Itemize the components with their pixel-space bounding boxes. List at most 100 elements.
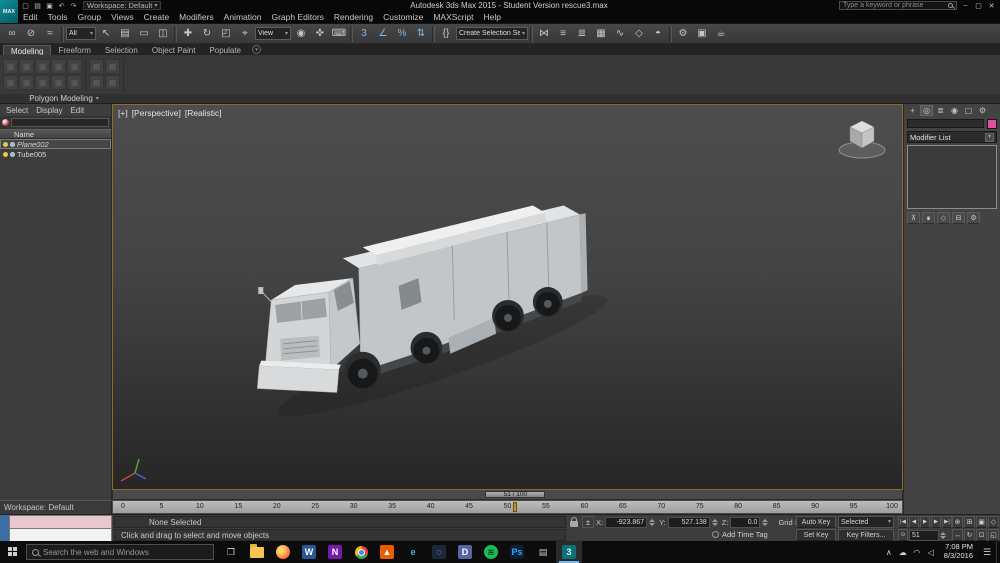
make-unique-icon[interactable]: ◇ bbox=[937, 212, 950, 224]
ribbon-tab-modeling[interactable]: Modeling bbox=[3, 45, 51, 55]
zoom-icon[interactable]: ⊕ bbox=[952, 516, 963, 528]
scene-object-row[interactable]: Tube005 bbox=[0, 149, 111, 159]
current-frame-field[interactable]: 51 bbox=[909, 530, 939, 541]
spotify-icon[interactable]: ≋ bbox=[478, 541, 504, 563]
y-coordinate-field[interactable]: 527.138 bbox=[668, 517, 710, 528]
absolute-mode-icon[interactable]: ± bbox=[582, 516, 594, 528]
time-slider-handle[interactable]: 51 / 100 bbox=[485, 491, 545, 498]
maximize-button[interactable]: ▢ bbox=[972, 1, 985, 10]
previous-frame-button[interactable]: ◀ bbox=[909, 516, 919, 528]
ribbon-minimize-button[interactable]: ▾ bbox=[252, 45, 261, 54]
application-menu-button[interactable]: MAX bbox=[0, 0, 18, 23]
x-coordinate-field[interactable]: -923.867 bbox=[605, 517, 647, 528]
menu-tools[interactable]: Tools bbox=[43, 12, 73, 22]
render-production-icon[interactable]: ☕ bbox=[712, 25, 730, 42]
rectangular-selection-region-icon[interactable]: ▭ bbox=[135, 25, 153, 42]
onedrive-icon[interactable]: ☁ bbox=[898, 548, 908, 557]
current-frame-marker[interactable] bbox=[513, 502, 517, 512]
network-icon[interactable]: ◠ bbox=[912, 548, 922, 557]
align-icon[interactable]: ≡ bbox=[554, 25, 572, 42]
next-frame-button[interactable]: ▶ bbox=[931, 516, 941, 528]
select-object-icon[interactable]: ↖ bbox=[97, 25, 115, 42]
polygon-modeling-panel-label[interactable]: Polygon Modeling ▾ bbox=[0, 94, 128, 103]
ribbon-tool-button[interactable]: ▦ bbox=[105, 75, 120, 90]
selection-filter-dropdown[interactable]: All▾ bbox=[66, 27, 96, 40]
ribbon-tool-button[interactable]: ▦ bbox=[89, 75, 104, 90]
workspace-bar[interactable]: Workspace: Default bbox=[0, 500, 112, 514]
select-and-link-icon[interactable]: ∞ bbox=[3, 25, 21, 42]
select-and-scale-icon[interactable]: ◰ bbox=[217, 25, 235, 42]
undo-icon[interactable]: ↶ bbox=[56, 1, 67, 10]
pin-stack-icon[interactable]: ⊼ bbox=[907, 212, 920, 224]
ribbon-tool-button[interactable]: ▦ bbox=[19, 59, 34, 74]
ribbon-tool-button[interactable]: ▦ bbox=[19, 75, 34, 90]
ribbon-tool-button[interactable]: ▦ bbox=[67, 75, 82, 90]
menu-rendering[interactable]: Rendering bbox=[329, 12, 378, 22]
zoom-extents-icon[interactable]: ▣ bbox=[976, 516, 987, 528]
volume-icon[interactable]: ◁ bbox=[926, 548, 936, 557]
object-name-field[interactable] bbox=[907, 119, 984, 128]
track-bar[interactable]: 0510152025303540455055606570758085909510… bbox=[112, 500, 903, 514]
select-and-move-icon[interactable]: ✚ bbox=[179, 25, 197, 42]
select-and-rotate-icon[interactable]: ↻ bbox=[198, 25, 216, 42]
notepad-icon[interactable]: ▤ bbox=[530, 541, 556, 563]
selected-dropdown[interactable]: Selected ▾ bbox=[838, 516, 894, 528]
help-search-field[interactable] bbox=[839, 1, 957, 10]
ribbon-tool-button[interactable]: ▦ bbox=[3, 59, 18, 74]
use-pivot-point-icon[interactable]: ◉ bbox=[292, 25, 310, 42]
action-center-icon[interactable]: ☰ bbox=[978, 541, 996, 563]
display-tab-icon[interactable]: ▢ bbox=[962, 105, 975, 116]
mirror-icon[interactable]: ⋈ bbox=[535, 25, 553, 42]
object-color-swatch[interactable] bbox=[987, 119, 997, 129]
ribbon-tool-button[interactable]: ▦ bbox=[35, 75, 50, 90]
discord-icon[interactable]: D bbox=[452, 541, 478, 563]
hierarchy-tab-icon[interactable]: ≣ bbox=[934, 105, 947, 116]
scene-object-row[interactable]: Plane002 bbox=[0, 139, 111, 149]
ribbon-tool-button[interactable]: ▦ bbox=[105, 59, 120, 74]
modifier-list-dropdown[interactable]: Modifier List ▾ bbox=[907, 131, 997, 143]
create-tab-icon[interactable]: + bbox=[906, 105, 919, 116]
open-file-icon[interactable]: ▤ bbox=[32, 1, 43, 10]
mini-listener-gutter[interactable] bbox=[0, 515, 9, 542]
start-button[interactable] bbox=[0, 541, 26, 563]
unlink-selection-icon[interactable]: ⊘ bbox=[22, 25, 40, 42]
firefox-icon[interactable] bbox=[270, 541, 296, 563]
name-column-header[interactable]: Name bbox=[0, 129, 111, 139]
play-animation-button[interactable]: ▶ bbox=[920, 516, 930, 528]
maximize-viewport-icon[interactable]: ◱ bbox=[988, 529, 999, 541]
z-coordinate-field[interactable]: 0.0 bbox=[730, 517, 760, 528]
reference-coordinate-system-dropdown[interactable]: View▾ bbox=[255, 27, 291, 40]
select-by-name-icon[interactable]: ▤ bbox=[116, 25, 134, 42]
go-to-start-button[interactable]: |◀ bbox=[898, 516, 908, 528]
motion-tab-icon[interactable]: ◉ bbox=[948, 105, 961, 116]
zoom-all-icon[interactable]: ⊞ bbox=[964, 516, 975, 528]
find-field[interactable] bbox=[11, 118, 109, 127]
show-end-result-icon[interactable]: ∎ bbox=[922, 212, 935, 224]
go-to-end-button[interactable]: ▶| bbox=[942, 516, 952, 528]
hidden-icons-chevron[interactable]: ∧ bbox=[884, 548, 894, 557]
ribbon-tool-button[interactable]: ▦ bbox=[51, 75, 66, 90]
modify-tab-icon[interactable]: ◎ bbox=[920, 105, 933, 116]
key-filters-button[interactable]: Key Filters... bbox=[838, 529, 894, 541]
redo-icon[interactable]: ↷ bbox=[68, 1, 79, 10]
ribbon-tab-object-paint[interactable]: Object Paint bbox=[145, 45, 203, 55]
taskbar-search-input[interactable] bbox=[43, 548, 208, 557]
ribbon-tool-button[interactable]: ▦ bbox=[67, 59, 82, 74]
orbit-icon[interactable]: ↻ bbox=[964, 529, 975, 541]
ribbon-tab-selection[interactable]: Selection bbox=[98, 45, 145, 55]
edit-named-selection-sets-icon[interactable]: {} bbox=[437, 25, 455, 42]
ribbon-tool-button[interactable]: ▦ bbox=[89, 59, 104, 74]
show-desktop-button[interactable] bbox=[996, 541, 1000, 563]
menu-modifiers[interactable]: Modifiers bbox=[174, 12, 218, 22]
file-explorer-icon[interactable] bbox=[244, 541, 270, 563]
viewport-pov-menu[interactable]: [Perspective] bbox=[132, 108, 181, 118]
scene-explorer-menu-select[interactable]: Select bbox=[2, 106, 32, 115]
frame-spinner[interactable] bbox=[940, 532, 946, 539]
menu-group[interactable]: Group bbox=[73, 12, 107, 22]
menu-graph-editors[interactable]: Graph Editors bbox=[266, 12, 328, 22]
menu-maxscript[interactable]: MAXScript bbox=[428, 12, 478, 22]
auto-key-button[interactable]: Auto Key bbox=[796, 516, 836, 528]
steam-icon[interactable]: ◌ bbox=[426, 541, 452, 563]
pan-icon[interactable]: ↔ bbox=[952, 529, 963, 541]
menu-views[interactable]: Views bbox=[106, 12, 139, 22]
